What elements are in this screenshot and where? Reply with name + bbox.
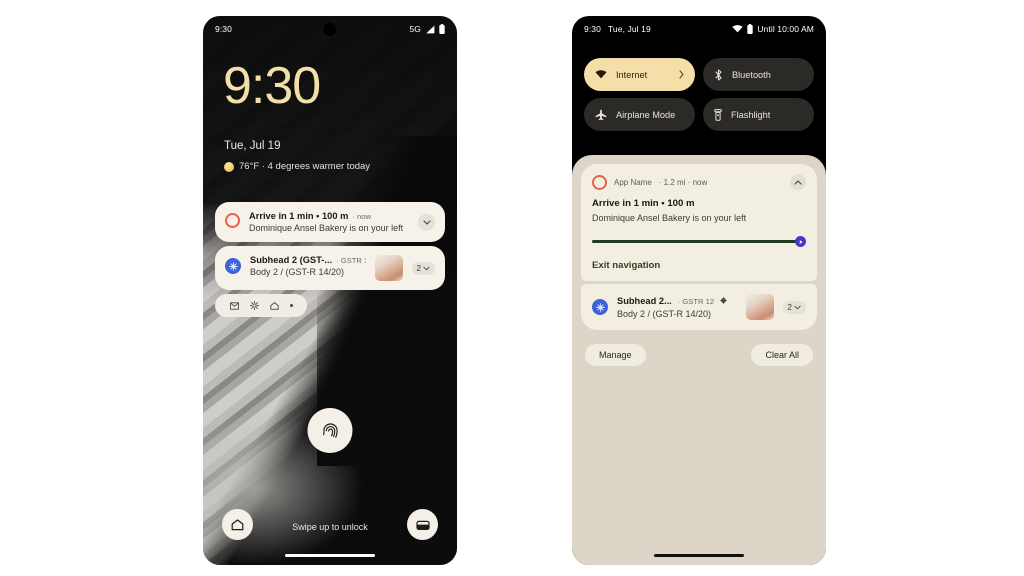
lock-clock: 9:30 [223, 57, 321, 115]
notification-meta: · GSTR 12 [336, 256, 365, 265]
sun-icon [224, 161, 234, 172]
notification-subhead-2[interactable]: Subhead 2 (GST-... · GSTR 12 Body 2 / (G… [215, 246, 445, 290]
quick-settings-grid: Internet Bluetooth Airplane Mode Flashli… [584, 58, 814, 131]
status-time: 9:30 [215, 24, 232, 34]
exit-navigation-button[interactable]: Exit navigation [592, 260, 806, 271]
qs-tile-flashlight[interactable]: Flashlight [703, 98, 814, 131]
qs-tile-airplane-mode[interactable]: Airplane Mode [584, 98, 695, 131]
lock-notification-list: Arrive in 1 min • 100 m · now Dominique … [215, 202, 445, 317]
wifi-icon [595, 70, 607, 79]
dot-icon [289, 304, 293, 307]
home-shortcut-button[interactable] [222, 509, 253, 540]
qs-tile-label: Internet [616, 69, 648, 80]
gesture-navigation-bar[interactable] [285, 554, 375, 557]
qs-tile-label: Airplane Mode [616, 109, 676, 120]
flashlight-icon [714, 108, 722, 121]
blue-app-icon [225, 258, 241, 274]
chevron-up-icon[interactable] [790, 174, 806, 190]
fingerprint-unlock-button[interactable] [307, 408, 353, 453]
progress-knob-icon [795, 236, 806, 247]
qs-tile-label: Flashlight [731, 109, 771, 120]
navigation-progress-bar[interactable] [592, 236, 806, 247]
gesture-navigation-bar[interactable] [654, 554, 744, 557]
fingerprint-icon [322, 422, 338, 438]
minimized-notification-icons[interactable] [215, 294, 307, 317]
lock-weather-text: 76°F · 4 degrees warmer today [239, 161, 371, 172]
dnd-status-text: Until 10:00 AM [757, 24, 814, 34]
shade-action-row: Manage Clear All [581, 344, 817, 366]
image-icon [720, 296, 728, 304]
status-network-label: 5G [409, 24, 421, 34]
battery-icon [439, 24, 445, 34]
qs-tile-bluetooth[interactable]: Bluetooth [703, 58, 814, 91]
home-icon [231, 518, 244, 530]
settings-gear-icon [249, 301, 259, 310]
clear-all-button[interactable]: Clear All [751, 344, 813, 366]
notification-title: Subhead 2... [617, 295, 672, 306]
shade-status-bar: 9:30 Tue, Jul 19 Until 10:00 AM [572, 16, 826, 42]
status-time: 9:30 [584, 24, 601, 34]
wallet-icon [415, 520, 430, 530]
signal-bars-icon [425, 25, 435, 34]
notification-meta: · 1.2 mi · now [658, 177, 708, 187]
notification-text: Dominique Ansel Bakery is on your left [249, 223, 404, 233]
phone-lock-screen: 9:30 5G 9:30 Tue, Jul 19 76°F · 4 degree… [203, 16, 457, 565]
manage-button[interactable]: Manage [585, 344, 646, 366]
wallet-shortcut-button[interactable] [407, 509, 438, 540]
maps-ring-icon [592, 174, 607, 190]
chevron-right-icon[interactable] [679, 70, 684, 79]
notification-group-count[interactable]: 2 [411, 261, 435, 275]
notification-subhead-2-expanded[interactable]: Subhead 2... · GSTR 12 Body 2 / (GST-R 1… [581, 284, 817, 330]
notification-meta: · GSTR 12 [677, 296, 715, 306]
maps-ring-icon [225, 213, 240, 228]
notification-title: Subhead 2 (GST-... [250, 255, 333, 265]
notification-body: Body 2 / (GST-R 14/20) [617, 308, 712, 319]
notification-meta: · now [352, 212, 371, 221]
blue-app-icon [592, 299, 608, 315]
qs-tile-label: Bluetooth [732, 69, 771, 80]
status-date: Tue, Jul 19 [607, 24, 651, 34]
progress-track [592, 240, 797, 243]
wifi-icon [732, 25, 743, 33]
notification-navigation[interactable]: Arrive in 1 min • 100 m · now Dominique … [215, 202, 445, 242]
battery-icon [747, 24, 754, 34]
phone-notification-shade: 9:30 Tue, Jul 19 Until 10:00 AM Internet… [572, 16, 826, 565]
airplane-icon [595, 109, 607, 121]
lock-weather[interactable]: 76°F · 4 degrees warmer today [224, 161, 370, 172]
notification-subtitle: Dominique Ansel Bakery is on your left [592, 213, 747, 223]
message-icon [229, 301, 239, 310]
lock-date: Tue, Jul 19 [224, 140, 281, 152]
screenshot-canvas: 9:30 5G 9:30 Tue, Jul 19 76°F · 4 degree… [0, 0, 1024, 576]
notification-count-label: 2 [416, 263, 421, 273]
qs-tile-internet[interactable]: Internet [584, 58, 695, 91]
photo-thumbnail [374, 255, 403, 281]
home-icon [269, 301, 279, 310]
notification-title: Arrive in 1 min • 100 m [592, 198, 695, 209]
notification-title: Arrive in 1 min • 100 m [249, 211, 349, 221]
camera-notch [323, 23, 337, 36]
notification-group-count[interactable]: 2 [782, 300, 806, 314]
notification-navigation-expanded[interactable]: App Name · 1.2 mi · now Arrive in 1 min … [581, 164, 817, 281]
photo-thumbnail [745, 294, 774, 320]
notification-count-label: 2 [787, 302, 792, 312]
chevron-down-icon[interactable] [418, 213, 435, 231]
notification-shade-panel: App Name · 1.2 mi · now Arrive in 1 min … [572, 155, 826, 565]
bluetooth-icon [714, 68, 723, 81]
notification-text: Body 2 / (GST-R 14/20) [250, 267, 345, 277]
notification-app-name: App Name [614, 177, 652, 187]
